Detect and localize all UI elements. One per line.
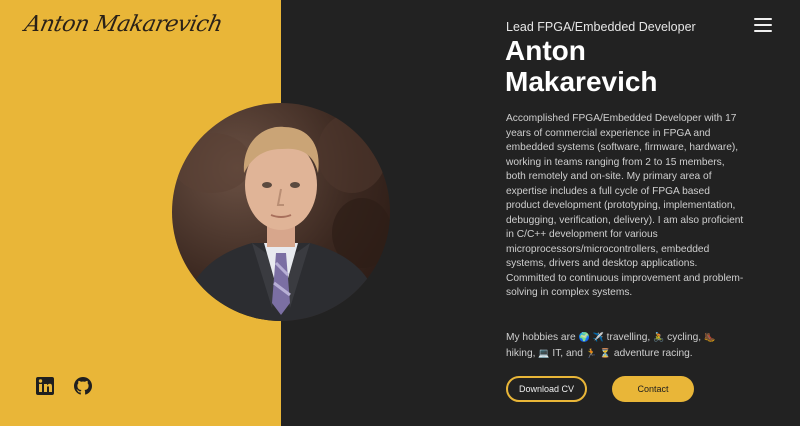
hobby-cycling: cycling, <box>667 332 702 343</box>
bio-text: Accomplished FPGA/Embedded Developer wit… <box>506 113 744 298</box>
hobbies-text: My hobbies are 🌍 ✈️ travelling, 🚴 cyclin… <box>506 330 746 362</box>
cyclist-icon: 🚴 <box>653 333 665 343</box>
page-title: Anton Makarevich <box>505 35 658 97</box>
profile-photo <box>172 103 390 321</box>
hobby-adventure-racing: adventure racing. <box>613 348 693 359</box>
github-icon[interactable] <box>73 376 93 396</box>
job-title: Lead FPGA/Embedded Developer <box>506 20 696 34</box>
runner-hourglass-icon: 🏃 ⏳ <box>585 349 612 359</box>
contact-button[interactable]: Contact <box>612 376 694 402</box>
linkedin-icon[interactable] <box>35 376 55 396</box>
hobby-it: IT, and <box>552 348 583 359</box>
laptop-icon: 💻 <box>538 349 550 359</box>
globe-plane-icon: 🌍 ✈️ <box>578 333 604 343</box>
hiking-boot-icon: 🥾 <box>703 333 716 343</box>
logo[interactable]: Anton Makarevich <box>22 12 224 37</box>
social-links <box>35 376 93 396</box>
hamburger-menu-icon[interactable] <box>754 18 772 32</box>
hobbies-prefix: My hobbies are <box>506 332 576 343</box>
download-cv-button[interactable]: Download CV <box>506 376 587 402</box>
hobby-travelling: travelling, <box>606 332 651 343</box>
hobby-hiking: hiking, <box>506 348 536 359</box>
